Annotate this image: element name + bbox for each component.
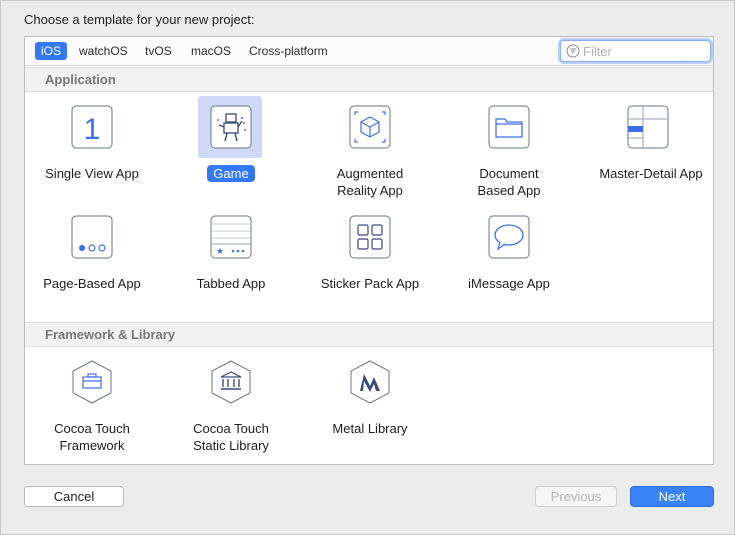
filter-icon — [566, 44, 580, 58]
section-header-framework-library: Framework & Library — [25, 322, 713, 347]
tab-ios[interactable]: iOS — [35, 42, 68, 60]
template-panel: iOS watchOS tvOS macOS Cross-platform Ap… — [24, 36, 714, 465]
template-label: Augmented Reality App — [336, 166, 404, 198]
svg-text:1: 1 — [84, 113, 101, 146]
tab-cross-platform[interactable]: Cross-platform — [243, 42, 334, 60]
framework-icon — [72, 360, 112, 404]
platform-bar: iOS watchOS tvOS macOS Cross-platform — [25, 37, 713, 66]
filter-field[interactable] — [560, 40, 711, 62]
document-app-icon — [488, 105, 530, 149]
next-button[interactable]: Next — [630, 486, 714, 507]
cancel-button[interactable]: Cancel — [24, 486, 124, 507]
template-label: Metal Library — [332, 421, 408, 436]
tab-tvos[interactable]: tvOS — [139, 42, 178, 60]
sticker-pack-icon — [349, 215, 391, 259]
section-header-application: Application — [25, 67, 713, 92]
template-label: Cocoa Touch Static Library — [193, 421, 269, 453]
filter-input[interactable] — [583, 43, 703, 59]
single-view-app-icon: 1 — [71, 105, 113, 149]
sheet-prompt: Choose a template for your new project: — [24, 12, 255, 27]
template-label: Master-Detail App — [599, 166, 703, 181]
new-project-sheet: Choose a template for your new project: … — [0, 0, 735, 535]
svg-text:★: ★ — [216, 246, 224, 256]
template-label: Sticker Pack App — [320, 276, 420, 291]
imessage-app-icon — [488, 215, 530, 259]
tab-watchos[interactable]: watchOS — [73, 42, 134, 60]
metal-library-icon — [350, 360, 390, 404]
template-label: Document Based App — [477, 166, 541, 198]
template-label: Game — [163, 165, 299, 182]
previous-button[interactable]: Previous — [535, 486, 617, 507]
template-label: Tabbed App — [196, 276, 266, 291]
template-label: Cocoa Touch Framework — [54, 421, 130, 453]
tab-macos[interactable]: macOS — [185, 42, 237, 60]
augmented-reality-icon — [349, 105, 391, 149]
page-based-icon — [71, 215, 113, 259]
master-detail-icon — [627, 105, 669, 149]
template-label: Page-Based App — [43, 276, 141, 291]
static-library-icon — [211, 360, 251, 404]
game-icon — [210, 105, 252, 149]
template-label: Single View App — [45, 166, 139, 181]
template-label: iMessage App — [468, 276, 550, 291]
tabbed-app-icon: ★ — [210, 215, 252, 259]
